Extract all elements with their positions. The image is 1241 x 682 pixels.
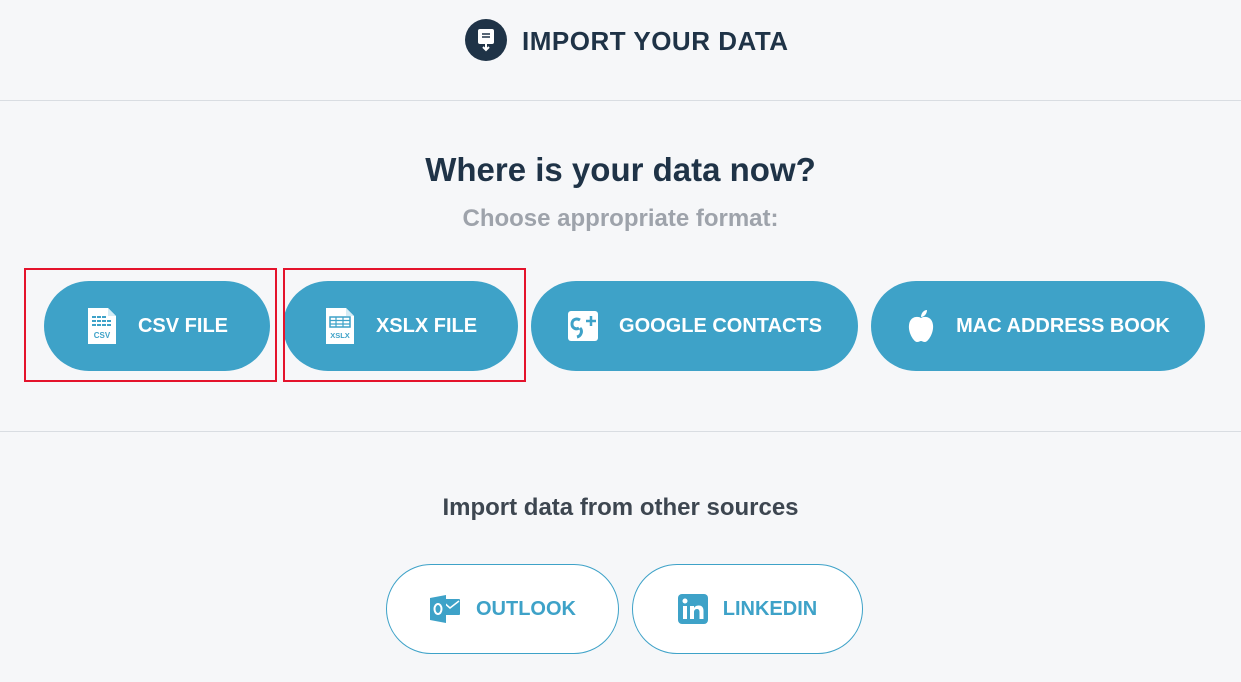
csv-icon-text: CSV (94, 331, 111, 340)
xlsx-file-label: XSLX FILE (375, 314, 478, 337)
google-contacts-label: GOOGLE CONTACTS (619, 314, 822, 337)
google-contacts-button[interactable]: GOOGLE CONTACTS (531, 281, 858, 371)
other-sources-title: Import data from other sources (442, 494, 799, 521)
page-title: IMPORT YOUR DATA (522, 26, 789, 56)
import-document-icon (465, 19, 507, 61)
mac-address-book-label: MAC ADDRESS BOOK (956, 314, 1170, 337)
csv-file-label: CSV FILE (137, 314, 228, 337)
outlook-icon (429, 594, 461, 624)
xlsx-icon-text: XSLX (330, 331, 350, 340)
linkedin-button[interactable]: LINKEDIN (632, 564, 863, 654)
csv-file-icon: CSV (86, 307, 118, 345)
format-section: Where is your data now? Choose appropria… (0, 101, 1241, 432)
csv-file-button[interactable]: CSV CSV FILE (44, 281, 270, 371)
section-subtitle: Choose appropriate format: (462, 205, 779, 232)
header: IMPORT YOUR DATA (0, 0, 1241, 101)
section-question: Where is your data now? (425, 151, 816, 188)
xlsx-file-button[interactable]: XSLX XSLX FILE (283, 281, 518, 371)
apple-icon (906, 308, 936, 344)
linkedin-icon (677, 594, 708, 624)
import-page: IMPORT YOUR DATA Where is your data now?… (0, 0, 1241, 682)
outlook-label: OUTLOOK (476, 597, 576, 620)
mac-address-book-button[interactable]: MAC ADDRESS BOOK (871, 281, 1205, 371)
google-plus-icon (567, 310, 599, 342)
outlook-button[interactable]: OUTLOOK (386, 564, 619, 654)
xlsx-file-icon: XSLX (324, 307, 356, 345)
linkedin-label: LINKEDIN (722, 597, 818, 620)
